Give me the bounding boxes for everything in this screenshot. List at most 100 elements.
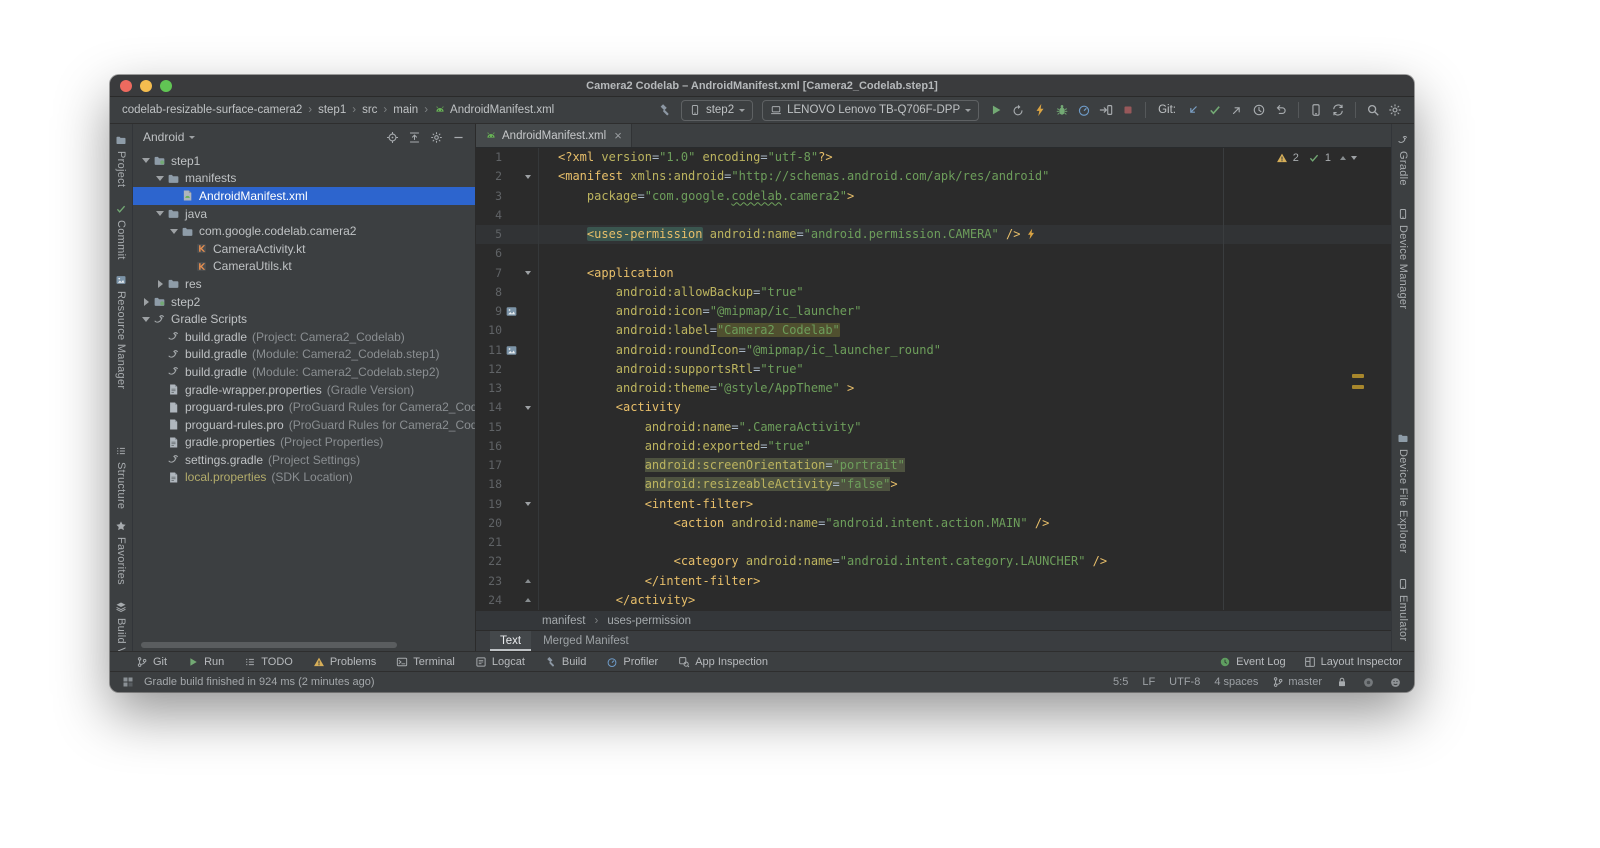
gear-button[interactable] (1388, 103, 1402, 117)
tree-chevron[interactable] (167, 228, 181, 234)
tree-item-proguard-rules-pro[interactable]: proguard-rules.pro (ProGuard Rules for Ca… (133, 416, 475, 434)
tree-chevron[interactable] (153, 211, 167, 217)
tree-item-gradle-wrapper-properties[interactable]: gradle-wrapper.properties (Gradle Version… (133, 381, 475, 399)
lock-icon[interactable] (1336, 676, 1348, 688)
arrdl-button[interactable] (1186, 103, 1200, 117)
feedback-icon[interactable] (1389, 676, 1402, 689)
fold-marker[interactable] (520, 502, 536, 507)
check-button[interactable] (1208, 103, 1222, 117)
zoom-window-button[interactable] (160, 80, 172, 92)
collapse-button[interactable] (408, 131, 421, 144)
gear-button[interactable] (430, 131, 443, 144)
bolt-button[interactable] (1033, 103, 1047, 117)
code-line-4[interactable]: 4 (476, 206, 1391, 225)
tree-item-com-google-codelab-camera2[interactable]: com.google.codelab.camera2 (133, 222, 475, 240)
tool-stripe-emulator[interactable]: Emulator (1397, 578, 1409, 641)
undo-button[interactable] (1274, 103, 1288, 117)
tree-chevron[interactable] (139, 297, 153, 306)
code-line-18[interactable]: 18 android:resizeableActivity="false"> (476, 475, 1391, 494)
play-button[interactable] (989, 103, 1003, 117)
code-line-23[interactable]: 23 </intent-filter> (476, 572, 1391, 591)
line-number[interactable]: 6 (476, 244, 502, 263)
line-number[interactable]: 14 (476, 398, 502, 417)
tool-window-button-build[interactable]: Build (545, 656, 586, 668)
line-number[interactable]: 3 (476, 187, 502, 206)
indent-setting[interactable]: 4 spaces (1214, 676, 1258, 688)
line-number[interactable]: 8 (476, 283, 502, 302)
line-number[interactable]: 23 (476, 572, 502, 591)
code-text[interactable]: <action android:name="android.intent.act… (558, 514, 1050, 533)
titlebar[interactable]: Camera2 Codelab – AndroidManifest.xml [C… (110, 75, 1414, 97)
gutter-icon-cell[interactable] (502, 344, 520, 357)
code-text[interactable]: <activity (558, 398, 681, 417)
code-text[interactable]: <intent-filter> (558, 495, 753, 514)
tree-chevron[interactable] (153, 175, 167, 181)
line-number[interactable]: 1 (476, 148, 502, 167)
code-text[interactable]: </activity> (558, 591, 695, 610)
breadcrumb-androidmanifest-xml[interactable]: AndroidManifest.xml (434, 104, 554, 116)
code-text[interactable]: <manifest xmlns:android="http://schemas.… (558, 167, 1049, 186)
tool-window-button-git[interactable]: Git (136, 656, 167, 668)
fold-marker[interactable] (520, 271, 536, 276)
tree-item-build-gradle[interactable]: build.gradle (Module: Camera2_Codelab.ste… (133, 346, 475, 364)
git-branch-widget[interactable]: master (1272, 676, 1322, 688)
fold-marker[interactable] (520, 579, 536, 584)
xml-breadcrumb-manifest[interactable]: manifest (542, 615, 585, 627)
line-number[interactable]: 21 (476, 533, 502, 552)
code-line-17[interactable]: 17 android:screenOrientation="portrait" (476, 456, 1391, 475)
code-line-6[interactable]: 6 (476, 244, 1391, 263)
line-number[interactable]: 19 (476, 495, 502, 514)
view-tab-text[interactable]: Text (490, 631, 532, 651)
line-number[interactable]: 22 (476, 552, 502, 571)
error-stripe-mark[interactable] (1352, 385, 1364, 389)
code-text[interactable]: package="com.google.codelab.camera2"> (558, 187, 854, 206)
fold-marker[interactable] (520, 405, 536, 410)
tool-stripe-structure[interactable]: Structure (115, 445, 127, 510)
editor-tab-androidmanifest[interactable]: AndroidManifest.xml × (476, 124, 632, 147)
tool-stripe-project[interactable]: Project (115, 134, 127, 187)
tool-stripe-favorites[interactable]: Favorites (115, 520, 127, 585)
code-line-21[interactable]: 21 (476, 533, 1391, 552)
line-number[interactable]: 10 (476, 321, 502, 340)
code-text[interactable]: <application (558, 264, 674, 283)
breadcrumb-step1[interactable]: step1 (318, 104, 346, 116)
next-issue-icon[interactable] (1351, 156, 1357, 160)
tree-item-build-gradle[interactable]: build.gradle (Module: Camera2_Codelab.ste… (133, 363, 475, 381)
tree-item-settings-gradle[interactable]: settings.gradle (Project Settings) (133, 451, 475, 469)
tree-chevron[interactable] (153, 279, 167, 288)
line-number[interactable]: 11 (476, 341, 502, 360)
tree-item-camerautils-kt[interactable]: CameraUtils.kt (133, 258, 475, 276)
breadcrumb-main[interactable]: main (393, 104, 418, 116)
device-select[interactable]: LENOVO Lenovo TB-Q706F-DPP (762, 99, 980, 121)
code-text[interactable]: <?xml version="1.0" encoding="utf-8"?> (558, 148, 833, 167)
breadcrumb-codelab-resizable-surface-camera2[interactable]: codelab-resizable-surface-camera2 (122, 104, 302, 116)
run-configuration-select[interactable]: step2 (680, 99, 754, 121)
tree-item-step1[interactable]: step1 (133, 152, 475, 170)
code-text[interactable]: android:screenOrientation="portrait" (558, 456, 905, 475)
tool-window-button-profiler[interactable]: Profiler (606, 656, 658, 668)
gauge-button[interactable] (1077, 103, 1091, 117)
tree-item-build-gradle[interactable]: build.gradle (Project: Camera2_Codelab) (133, 328, 475, 346)
code-text[interactable]: android:roundIcon="@mipmap/ic_launcher_r… (558, 341, 941, 360)
minus-button[interactable] (452, 131, 465, 144)
code-text[interactable]: android:allowBackup="true" (558, 283, 804, 302)
tree-item-cameraactivity-kt[interactable]: CameraActivity.kt (133, 240, 475, 258)
code-line-24[interactable]: 24 </activity> (476, 591, 1391, 610)
code-text[interactable]: android:icon="@mipmap/ic_launcher" (558, 302, 862, 321)
tool-stripe-commit[interactable]: Commit (115, 203, 127, 260)
line-number[interactable]: 18 (476, 475, 502, 494)
code-line-10[interactable]: 10 android:label="Camera2 Codelab" (476, 321, 1391, 340)
line-number[interactable]: 24 (476, 591, 502, 610)
tree-item-gradle-scripts[interactable]: Gradle Scripts (133, 310, 475, 328)
line-number[interactable]: 5 (476, 225, 502, 244)
line-number[interactable]: 20 (476, 514, 502, 533)
xml-breadcrumb-uses-permission[interactable]: uses-permission (607, 615, 691, 627)
tool-window-button-layout-inspector[interactable]: Layout Inspector (1304, 656, 1402, 668)
code-text[interactable]: android:resizeableActivity="false"> (558, 475, 898, 494)
view-tab-merged-manifest[interactable]: Merged Manifest (533, 631, 639, 651)
caret-position[interactable]: 5:5 (1113, 676, 1128, 688)
code-line-9[interactable]: 9 android:icon="@mipmap/ic_launcher" (476, 302, 1391, 321)
restart-button[interactable] (1011, 103, 1025, 117)
tree-item-proguard-rules-pro[interactable]: proguard-rules.pro (ProGuard Rules for Ca… (133, 398, 475, 416)
line-number[interactable]: 9 (476, 302, 502, 321)
